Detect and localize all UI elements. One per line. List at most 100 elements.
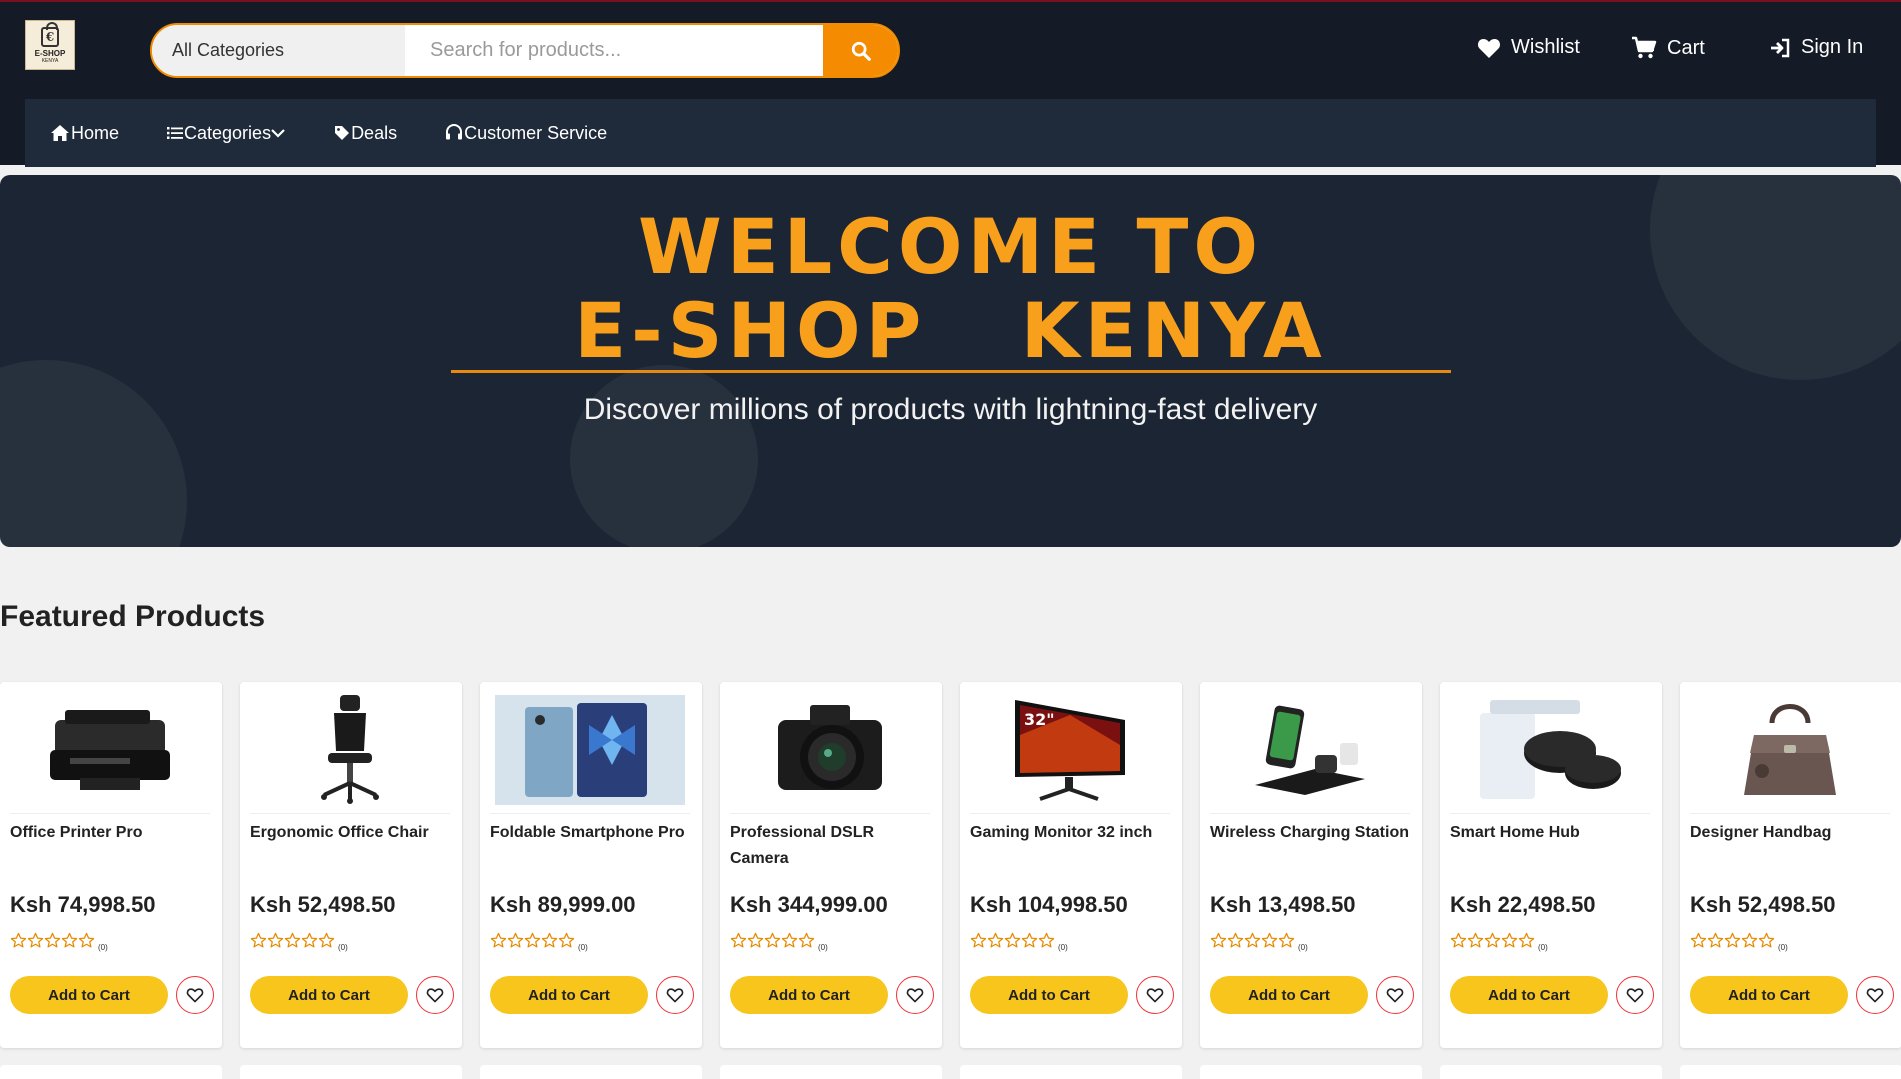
product-name[interactable]: Professional DSLR Camera — [730, 820, 930, 872]
camera-icon — [770, 695, 890, 810]
nav-customer-service-label: Customer Service — [464, 122, 608, 143]
product-card-partial — [240, 1065, 462, 1079]
add-to-wishlist-button[interactable] — [176, 976, 214, 1014]
nav-home[interactable]: Home — [50, 123, 119, 144]
product-card[interactable]: Ergonomic Office Chair Ksh 52,498.50 (0) Ad… — [240, 682, 462, 1048]
logo-subtext: KENYA — [41, 57, 59, 64]
star-icon — [1518, 932, 1535, 954]
star-icon — [301, 932, 318, 954]
rating-stars: (0) — [1210, 932, 1308, 954]
heart-icon — [1477, 38, 1501, 58]
star-icon — [1758, 932, 1775, 954]
hub-icon — [1475, 695, 1625, 810]
product-name[interactable]: Wireless Charging Station — [1210, 820, 1410, 846]
heart-outline-icon — [906, 988, 924, 1003]
product-card-partial — [0, 1065, 222, 1079]
add-to-cart-button[interactable]: Add to Cart — [970, 976, 1128, 1014]
product-card-partial — [480, 1065, 702, 1079]
rating-count: (0) — [338, 943, 348, 952]
product-card[interactable]: Wireless Charging Station Ksh 13,498.50 (0… — [1200, 682, 1422, 1048]
heart-outline-icon — [666, 988, 684, 1003]
wishlist-link[interactable]: Wishlist — [1477, 36, 1580, 59]
star-icon — [1450, 932, 1467, 954]
add-to-cart-button[interactable]: Add to Cart — [1210, 976, 1368, 1014]
star-icon — [1244, 932, 1261, 954]
star-icon — [490, 932, 507, 954]
product-image[interactable] — [1210, 692, 1410, 814]
add-to-wishlist-button[interactable] — [1136, 976, 1174, 1014]
product-image[interactable]: 32" — [970, 692, 1170, 814]
product-name[interactable]: Ergonomic Office Chair — [250, 820, 450, 846]
product-image[interactable] — [1450, 692, 1650, 814]
search-button[interactable] — [823, 25, 898, 76]
add-to-cart-button[interactable]: Add to Cart — [250, 976, 408, 1014]
product-name[interactable]: Foldable Smartphone Pro — [490, 820, 690, 846]
add-to-cart-button[interactable]: Add to Cart — [490, 976, 648, 1014]
rating-stars: (0) — [970, 932, 1068, 954]
hero-title-line-1: WELCOME TO — [637, 202, 1263, 291]
list-icon — [167, 127, 184, 139]
star-icon — [10, 932, 27, 954]
product-card-partial — [1200, 1065, 1422, 1079]
star-icon — [507, 932, 524, 954]
rating-count: (0) — [818, 943, 828, 952]
product-card[interactable]: 32" Gaming Monitor 32 inch Ksh 104,998.50 (… — [960, 682, 1182, 1048]
product-name[interactable]: Gaming Monitor 32 inch — [970, 820, 1170, 846]
star-icon — [1707, 932, 1724, 954]
star-icon — [78, 932, 95, 954]
product-card[interactable]: Office Printer Pro Ksh 74,998.50 (0) Add to… — [0, 682, 222, 1048]
printer-icon — [40, 700, 180, 805]
site-logo[interactable]: € E-SHOP KENYA — [25, 20, 75, 70]
rating-count: (0) — [578, 943, 588, 952]
decorative-circle — [0, 360, 187, 547]
star-icon — [987, 932, 1004, 954]
add-to-wishlist-button[interactable] — [416, 976, 454, 1014]
product-image[interactable] — [730, 692, 930, 814]
nav-categories[interactable]: Categories — [167, 123, 286, 144]
add-to-wishlist-button[interactable] — [1856, 976, 1894, 1014]
add-to-cart-button[interactable]: Add to Cart — [1690, 976, 1848, 1014]
product-price: Ksh 52,498.50 — [1690, 892, 1836, 917]
product-image[interactable] — [250, 692, 450, 814]
cart-icon — [1632, 36, 1657, 59]
category-select[interactable]: All Categories — [152, 25, 405, 76]
nav-customer-service[interactable]: Customer Service — [445, 123, 607, 144]
logo-text: E-SHOP — [34, 48, 66, 58]
product-card-partial — [1440, 1065, 1662, 1079]
product-image[interactable] — [490, 692, 690, 814]
add-to-wishlist-button[interactable] — [896, 976, 934, 1014]
nav-deals[interactable]: Deals — [334, 123, 397, 144]
star-icon — [970, 932, 987, 954]
star-icon — [1261, 932, 1278, 954]
search-input[interactable] — [405, 25, 823, 76]
star-icon — [1741, 932, 1758, 954]
product-name[interactable]: Designer Handbag — [1690, 820, 1890, 846]
chair-icon — [310, 695, 390, 810]
product-card-partial — [960, 1065, 1182, 1079]
product-card[interactable]: Professional DSLR Camera Ksh 344,999.00 (0… — [720, 682, 942, 1048]
add-to-cart-button[interactable]: Add to Cart — [10, 976, 168, 1014]
add-to-wishlist-button[interactable] — [656, 976, 694, 1014]
rating-stars: (0) — [1450, 932, 1548, 954]
product-card[interactable]: Smart Home Hub Ksh 22,498.50 (0) Add to Car… — [1440, 682, 1662, 1048]
add-to-cart-button[interactable]: Add to Cart — [1450, 976, 1608, 1014]
product-card[interactable]: Designer Handbag Ksh 52,498.50 (0) Add to C… — [1680, 682, 1901, 1048]
nav-home-label: Home — [71, 122, 120, 143]
product-name[interactable]: Smart Home Hub — [1450, 820, 1650, 846]
add-to-wishlist-button[interactable] — [1616, 976, 1654, 1014]
sign-in-link[interactable]: Sign In — [1769, 36, 1863, 59]
rating-count: (0) — [1778, 943, 1788, 952]
product-image[interactable] — [10, 692, 210, 814]
cart-link[interactable]: Cart — [1631, 36, 1705, 60]
star-icon — [541, 932, 558, 954]
wishlist-label: Wishlist — [1511, 36, 1580, 58]
add-to-wishlist-button[interactable] — [1376, 976, 1414, 1014]
add-to-cart-button[interactable]: Add to Cart — [730, 976, 888, 1014]
rating-count: (0) — [1298, 943, 1308, 952]
nav-deals-label: Deals — [351, 122, 398, 143]
product-name[interactable]: Office Printer Pro — [10, 820, 210, 846]
product-card[interactable]: Foldable Smartphone Pro Ksh 89,999.00 (0) A… — [480, 682, 702, 1048]
star-icon — [1467, 932, 1484, 954]
product-image[interactable] — [1690, 692, 1890, 814]
star-icon — [781, 932, 798, 954]
